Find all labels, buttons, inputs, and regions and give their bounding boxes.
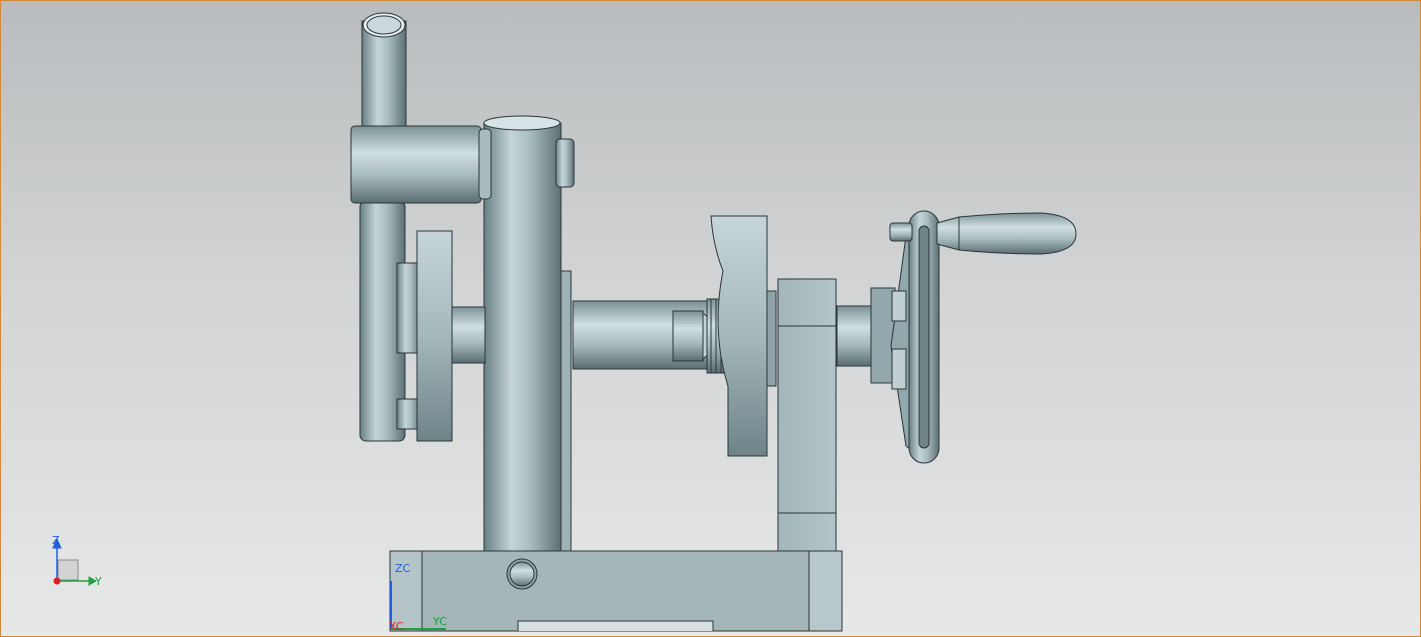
cad-model-view[interactable]: Z Y ZC YC XC	[1, 1, 1420, 636]
wcs-xc-label: XC	[389, 620, 404, 633]
middle-disk	[710, 215, 777, 457]
support-bracket	[777, 278, 896, 552]
triad-y-label: Y	[94, 575, 102, 588]
vertical-column	[483, 115, 575, 552]
graphics-viewport[interactable]: Z Y ZC YC XC	[0, 0, 1421, 637]
left-flange	[416, 230, 486, 442]
handwheel	[889, 210, 1077, 464]
wcs-yc-label: YC	[432, 615, 447, 628]
lead-screw-shaft	[572, 298, 726, 374]
wcs-zc-label: ZC	[395, 562, 411, 575]
view-triad: Z Y	[52, 534, 102, 588]
triad-z-label: Z	[52, 534, 60, 547]
base-block	[389, 550, 843, 632]
